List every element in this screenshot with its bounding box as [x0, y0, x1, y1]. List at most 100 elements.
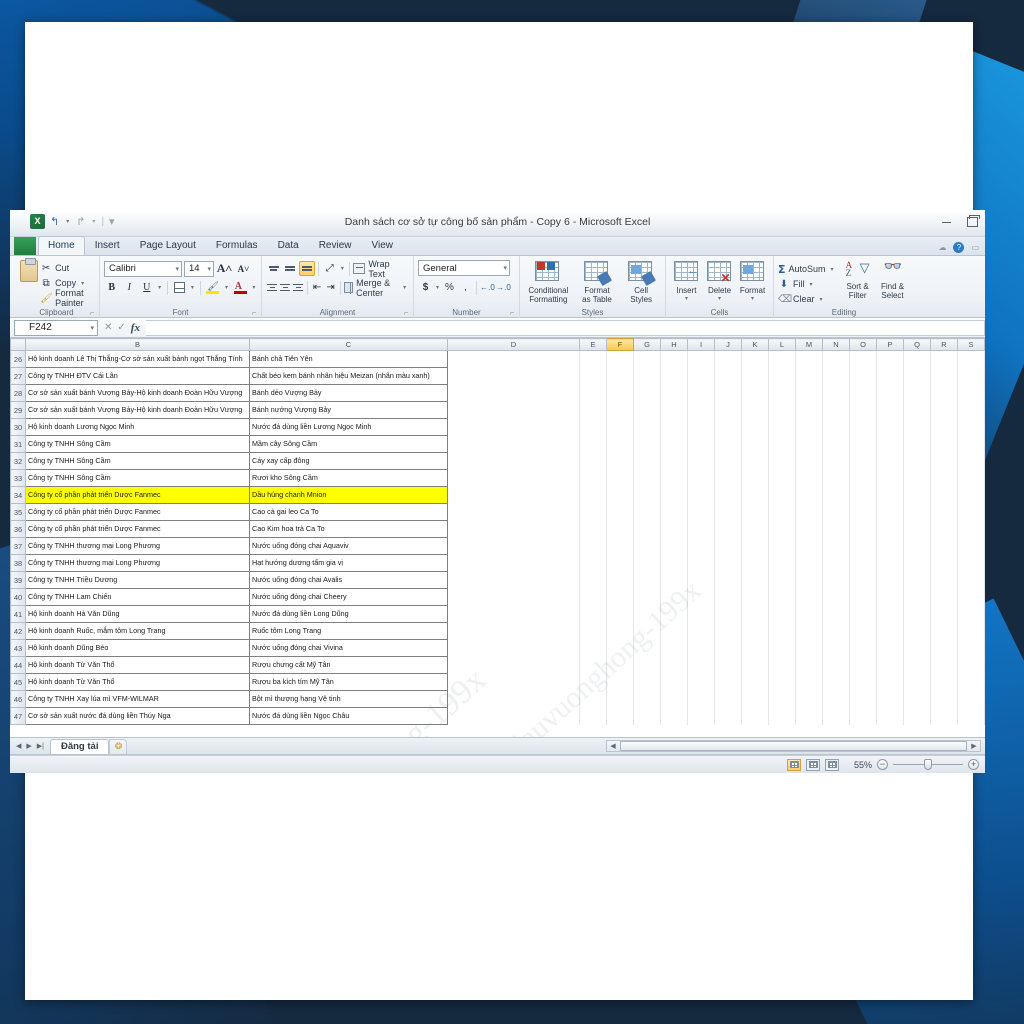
table-row[interactable]: 26 Hộ kinh doanh Lê Thị Thắng-Cơ sở sản x…: [10, 350, 985, 368]
autosum-dropdown-icon[interactable]: ▾: [829, 266, 836, 273]
cell-j47[interactable]: [714, 707, 742, 725]
cell-e43[interactable]: [579, 639, 607, 657]
insert-dropdown-icon[interactable]: ▾: [683, 295, 690, 304]
table-row[interactable]: 34 Công ty cổ phần phát triển Dược Fanmec…: [10, 486, 985, 504]
column-header-k[interactable]: K: [741, 338, 769, 351]
cell-o26[interactable]: [849, 350, 877, 368]
cell-k27[interactable]: [741, 367, 769, 385]
cell-k36[interactable]: [741, 520, 769, 538]
cell-f35[interactable]: [606, 503, 634, 521]
cell-i32[interactable]: [687, 452, 715, 470]
cell-f30[interactable]: [606, 418, 634, 436]
row-header-32[interactable]: 32: [10, 452, 26, 470]
cell-h36[interactable]: [660, 520, 688, 538]
cell-n32[interactable]: [822, 452, 850, 470]
row-header-39[interactable]: 39: [10, 571, 26, 589]
cell-q39[interactable]: [903, 571, 931, 589]
cell-r35[interactable]: [930, 503, 958, 521]
cell-p37[interactable]: [876, 537, 904, 555]
scroll-right-icon[interactable]: ▶: [968, 742, 980, 750]
row-header-29[interactable]: 29: [10, 401, 26, 419]
page-break-view-button[interactable]: [825, 758, 839, 771]
decrease-indent-button[interactable]: ⇤: [311, 280, 324, 296]
table-row[interactable]: 46 Công ty TNHH Xay lúa mì VFM-WILMAR Bột …: [10, 690, 985, 708]
italic-button[interactable]: I: [122, 280, 138, 296]
table-row[interactable]: 31 Công ty TNHH Sông Cầm Mầm cây Sông Cầm: [10, 435, 985, 453]
cell-f41[interactable]: [606, 605, 634, 623]
table-row[interactable]: 41 Hộ kinh doanh Hà Văn Dũng Nước đá dùng …: [10, 605, 985, 623]
cell-i47[interactable]: [687, 707, 715, 725]
cell-h40[interactable]: [660, 588, 688, 606]
zoom-level[interactable]: 55%: [844, 760, 872, 770]
cell-e30[interactable]: [579, 418, 607, 436]
cell-k40[interactable]: [741, 588, 769, 606]
cell-r43[interactable]: [930, 639, 958, 657]
row-header-42[interactable]: 42: [10, 622, 26, 640]
cell-g41[interactable]: [633, 605, 661, 623]
cell-s43[interactable]: [957, 639, 985, 657]
row-header-36[interactable]: 36: [10, 520, 26, 538]
merge-center-dropdown-icon[interactable]: ▾: [402, 284, 407, 291]
cell-c26[interactable]: Bánh chả Tiên Yên: [249, 350, 448, 368]
cell-p28[interactable]: [876, 384, 904, 402]
cell-c41[interactable]: Nước đá dùng liền Long Dũng: [249, 605, 448, 623]
cell-e44[interactable]: [579, 656, 607, 674]
cell-f43[interactable]: [606, 639, 634, 657]
cell-n33[interactable]: [822, 469, 850, 487]
cell-h42[interactable]: [660, 622, 688, 640]
cell-g26[interactable]: [633, 350, 661, 368]
cell-f28[interactable]: [606, 384, 634, 402]
cell-l31[interactable]: [768, 435, 796, 453]
cell-c43[interactable]: Nước uống đóng chai Vivina: [249, 639, 448, 657]
row-header-46[interactable]: 46: [10, 690, 26, 708]
cell-j42[interactable]: [714, 622, 742, 640]
cell-b32[interactable]: Công ty TNHH Sông Cầm: [25, 452, 250, 470]
cell-c42[interactable]: Ruốc tôm Long Trang: [249, 622, 448, 640]
cell-m33[interactable]: [795, 469, 823, 487]
cell-q27[interactable]: [903, 367, 931, 385]
cell-b39[interactable]: Công ty TNHH Triều Dương: [25, 571, 250, 589]
minimize-ribbon-icon[interactable]: ▭: [971, 243, 979, 252]
cell-n29[interactable]: [822, 401, 850, 419]
table-row[interactable]: 32 Công ty TNHH Sông Cầm Cáy xay cấp đông: [10, 452, 985, 470]
cell-i34[interactable]: [687, 486, 715, 504]
cell-b28[interactable]: Cơ sở sản xuất bánh Vượng Bảy-Hộ kinh do…: [25, 384, 250, 402]
percent-button[interactable]: %: [442, 282, 457, 293]
insert-cells-button[interactable]: ← Insert ▾: [670, 260, 703, 308]
orientation-button[interactable]: ⤢: [322, 261, 338, 277]
cell-m42[interactable]: [795, 622, 823, 640]
cell-l41[interactable]: [768, 605, 796, 623]
wrap-text-button[interactable]: Wrap Text: [352, 259, 409, 279]
cell-j27[interactable]: [714, 367, 742, 385]
cell-q44[interactable]: [903, 656, 931, 674]
cell-q28[interactable]: [903, 384, 931, 402]
cell-h34[interactable]: [660, 486, 688, 504]
cell-d33[interactable]: [447, 469, 580, 487]
cell-o27[interactable]: [849, 367, 877, 385]
cell-s41[interactable]: [957, 605, 985, 623]
cell-d27[interactable]: [447, 367, 580, 385]
name-box[interactable]: F242 ▾: [14, 319, 98, 336]
cell-g28[interactable]: [633, 384, 661, 402]
fill-dropdown-icon[interactable]: ▾: [808, 281, 815, 288]
zoom-slider[interactable]: [893, 759, 963, 770]
table-row[interactable]: 30 Hộ kinh doanh Lương Ngọc Minh Nước đá d…: [10, 418, 985, 436]
cell-n42[interactable]: [822, 622, 850, 640]
cell-r41[interactable]: [930, 605, 958, 623]
cell-b37[interactable]: Công ty TNHH thương mại Long Phương: [25, 537, 250, 555]
next-sheet-icon[interactable]: ▶: [26, 742, 31, 750]
worksheet-grid[interactable]: tinhdauvuonghong-199x tinhdauvuonghong-1…: [10, 338, 985, 738]
cell-i39[interactable]: [687, 571, 715, 589]
cell-f33[interactable]: [606, 469, 634, 487]
cell-d47[interactable]: [447, 707, 580, 725]
cell-g38[interactable]: [633, 554, 661, 572]
cell-m39[interactable]: [795, 571, 823, 589]
formula-input[interactable]: [145, 319, 985, 336]
cell-m41[interactable]: [795, 605, 823, 623]
cell-p34[interactable]: [876, 486, 904, 504]
cell-j38[interactable]: [714, 554, 742, 572]
cell-c32[interactable]: Cáy xay cấp đông: [249, 452, 448, 470]
cell-d34[interactable]: [447, 486, 580, 504]
cell-p33[interactable]: [876, 469, 904, 487]
cell-m47[interactable]: [795, 707, 823, 725]
